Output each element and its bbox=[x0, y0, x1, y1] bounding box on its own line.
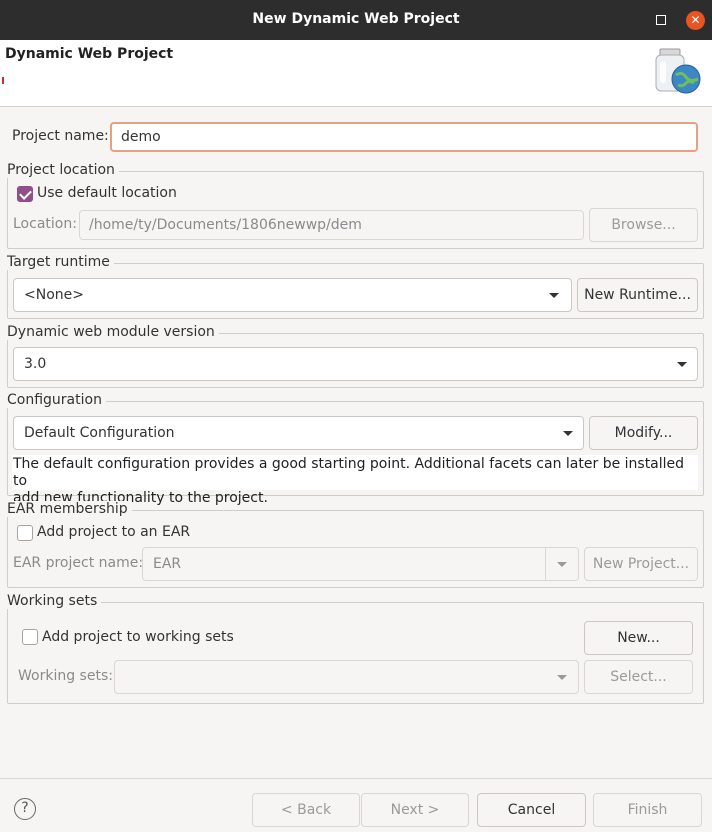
chevron-down-icon bbox=[557, 675, 567, 680]
target-runtime-select[interactable]: <None> bbox=[13, 278, 572, 312]
chevron-down-icon bbox=[557, 562, 567, 567]
chevron-down-icon bbox=[563, 431, 573, 436]
page-title: Dynamic Web Project bbox=[5, 46, 174, 62]
cancel-button[interactable]: Cancel bbox=[477, 793, 586, 827]
module-version-value: 3.0 bbox=[24, 356, 47, 372]
new-ear-project-button: New Project... bbox=[584, 547, 698, 581]
help-icon[interactable]: ? bbox=[14, 798, 36, 820]
chevron-down-icon bbox=[677, 362, 687, 367]
location-input: /home/ty/Documents/1806newwp/dem bbox=[79, 210, 584, 240]
ear-project-name-label: EAR project name: bbox=[13, 555, 144, 571]
target-runtime-value: <None> bbox=[24, 287, 84, 303]
add-to-ear-checkbox[interactable] bbox=[17, 525, 33, 541]
working-sets-title: Working sets bbox=[7, 593, 102, 609]
close-icon[interactable]: ✕ bbox=[686, 11, 705, 30]
window-title: New Dynamic Web Project bbox=[252, 11, 460, 27]
finish-button: Finish bbox=[593, 793, 702, 827]
wizard-banner: Dynamic Web Project bbox=[0, 40, 712, 107]
configuration-select[interactable]: Default Configuration bbox=[13, 416, 584, 450]
working-sets-select bbox=[114, 660, 579, 694]
module-version-select[interactable]: 3.0 bbox=[13, 347, 698, 381]
use-default-location-checkbox[interactable] bbox=[17, 186, 33, 202]
module-version-title: Dynamic web module version bbox=[7, 324, 219, 340]
error-marker bbox=[2, 77, 4, 84]
modify-button[interactable]: Modify... bbox=[589, 416, 698, 450]
next-button: Next > bbox=[361, 793, 469, 827]
add-to-ear-label[interactable]: Add project to an EAR bbox=[37, 524, 190, 540]
chevron-down-icon bbox=[549, 293, 559, 298]
window-titlebar[interactable]: New Dynamic Web Project ✕ bbox=[0, 0, 712, 40]
browse-button: Browse... bbox=[589, 208, 698, 242]
configuration-description-line1: The default configuration provides a goo… bbox=[13, 456, 685, 489]
project-name-input[interactable]: demo bbox=[110, 122, 698, 152]
maximize-icon[interactable] bbox=[656, 15, 666, 25]
footer-separator bbox=[0, 778, 712, 779]
location-label: Location: bbox=[13, 216, 77, 232]
ear-membership-title: EAR membership bbox=[7, 501, 132, 517]
project-name-value: demo bbox=[121, 129, 161, 145]
use-default-location-label[interactable]: Use default location bbox=[37, 185, 177, 201]
new-working-set-button[interactable]: New... bbox=[584, 621, 693, 655]
ear-project-name-value: EAR bbox=[153, 556, 182, 572]
configuration-title: Configuration bbox=[7, 392, 106, 408]
web-project-jar-globe-icon bbox=[650, 47, 702, 99]
target-runtime-title: Target runtime bbox=[7, 254, 114, 270]
back-button: < Back bbox=[252, 793, 360, 827]
ear-project-name-select: EAR bbox=[142, 547, 579, 581]
add-to-working-sets-checkbox[interactable] bbox=[22, 629, 38, 645]
combo-divider bbox=[545, 548, 546, 580]
new-runtime-button[interactable]: New Runtime... bbox=[577, 278, 698, 312]
add-to-working-sets-label[interactable]: Add project to working sets bbox=[42, 629, 234, 645]
location-value: /home/ty/Documents/1806newwp/dem bbox=[89, 217, 362, 233]
select-working-sets-button: Select... bbox=[584, 660, 693, 694]
project-name-label: Project name: bbox=[12, 128, 109, 144]
project-location-title: Project location bbox=[7, 162, 119, 178]
configuration-value: Default Configuration bbox=[24, 425, 175, 441]
configuration-description: The default configuration provides a goo… bbox=[12, 455, 698, 506]
working-sets-label: Working sets: bbox=[18, 668, 113, 684]
